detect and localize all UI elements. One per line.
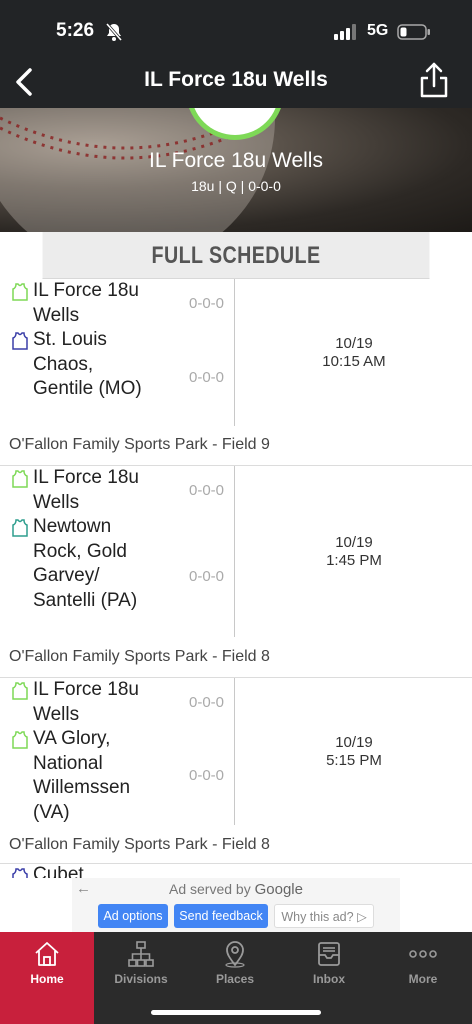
team-record: 18u | Q | 0-0-0	[191, 178, 281, 194]
game-date: 10/19	[335, 335, 373, 352]
jersey-icon	[12, 868, 28, 878]
game-venue: O'Fallon Family Sports Park - Field 8	[9, 836, 270, 853]
team1-name: IL Force 18u Wells	[33, 280, 139, 326]
jersey-icon	[12, 682, 28, 700]
tab-more[interactable]: More	[376, 932, 470, 1024]
team-hero-banner: IL Force 18u Wells 18u | Q | 0-0-0	[0, 108, 472, 232]
hierarchy-icon	[128, 941, 154, 967]
game-datetime: 10/19 5:15 PM	[236, 734, 472, 770]
game-time: 10:15 AM	[322, 353, 386, 370]
ad-banner[interactable]: ← Ad served by Google Ad options Send fe…	[72, 878, 400, 932]
game-venue: O'Fallon Family Sports Park - Field 9	[9, 436, 270, 453]
status-time: 5:26	[56, 20, 95, 41]
game-teams: IL Force 18u Wells 0-0-0 VA Glory, Natio…	[0, 678, 235, 825]
game-time: 5:15 PM	[326, 752, 382, 769]
tab-label: Divisions	[114, 972, 168, 986]
tab-home[interactable]: Home	[0, 932, 94, 1024]
team2-name: St. Louis Chaos, Gentile (MO)	[33, 329, 142, 399]
game-card[interactable]: IL Force 18u Wells 0-0-0 St. Louis Chaos…	[0, 279, 472, 466]
team-name: IL Force 18u Wells	[149, 149, 323, 172]
ad-options-button[interactable]: Ad options	[98, 904, 168, 928]
game-card-partial[interactable]: Cubet	[0, 864, 472, 878]
game-card[interactable]: IL Force 18u Wells 0-0-0 VA Glory, Natio…	[0, 678, 472, 864]
jersey-icon	[12, 283, 28, 301]
why-this-ad-label: Why this ad?	[281, 910, 354, 924]
jersey-icon	[12, 731, 28, 749]
ad-brand: Google	[254, 881, 303, 898]
ad-attribution: Ad served by Google	[72, 881, 400, 898]
network-label: 5G	[367, 22, 389, 39]
team1-score: 0-0-0	[189, 295, 225, 312]
why-this-ad-button[interactable]: Why this ad? ▷	[274, 904, 374, 928]
game-datetime: 10/19 10:15 AM	[236, 335, 472, 371]
team2-score: 0-0-0	[189, 369, 225, 386]
team1-name: Cubet	[33, 864, 84, 878]
game-time: 1:45 PM	[326, 552, 382, 569]
top-bar: 5:26 5G IL Force 18u Wells	[0, 0, 472, 108]
home-indicator[interactable]	[151, 1010, 321, 1015]
game-date: 10/19	[335, 534, 373, 551]
inbox-icon	[318, 942, 340, 966]
jersey-icon	[12, 519, 28, 537]
team2-score: 0-0-0	[189, 568, 225, 585]
game-teams: IL Force 18u Wells 0-0-0 St. Louis Chaos…	[0, 279, 235, 426]
team2-name: VA Glory, National Willemssen (VA)	[33, 728, 131, 823]
page-title: IL Force 18u Wells	[144, 68, 328, 91]
map-pin-icon	[225, 941, 245, 968]
ad-served-label: Ad served by	[169, 881, 251, 897]
game-card[interactable]: IL Force 18u Wells 0-0-0 Newtown Rock, G…	[0, 466, 472, 678]
home-icon	[35, 942, 59, 966]
schedule-header: FULL SCHEDULE	[42, 232, 430, 279]
share-button[interactable]	[416, 60, 452, 100]
team1-score: 0-0-0	[189, 694, 225, 711]
share-icon	[420, 62, 448, 98]
tab-label: Inbox	[313, 972, 345, 986]
game-teams: IL Force 18u Wells 0-0-0 Newtown Rock, G…	[0, 466, 235, 637]
jersey-icon	[12, 470, 28, 488]
tab-label: Places	[215, 972, 255, 986]
more-dots-icon	[409, 950, 437, 958]
jersey-icon	[12, 332, 28, 350]
signal-icon	[334, 24, 360, 45]
tab-label: More	[408, 972, 438, 986]
team1-name: IL Force 18u Wells	[33, 467, 139, 513]
game-date: 10/19	[335, 734, 373, 751]
tab-label: Home	[30, 972, 64, 986]
game-venue: O'Fallon Family Sports Park - Field 8	[9, 648, 270, 665]
team2-name: Newtown Rock, Gold Garvey/ Santelli (PA)	[33, 516, 138, 611]
bell-muted-icon	[104, 22, 124, 47]
team1-score: 0-0-0	[189, 482, 225, 499]
team1-name: IL Force 18u Wells	[33, 679, 139, 725]
play-outline-icon: ▷	[357, 910, 367, 924]
send-feedback-button[interactable]: Send feedback	[174, 904, 268, 928]
battery-icon	[397, 24, 431, 45]
game-datetime: 10/19 1:45 PM	[236, 534, 472, 570]
team2-score: 0-0-0	[189, 767, 225, 784]
